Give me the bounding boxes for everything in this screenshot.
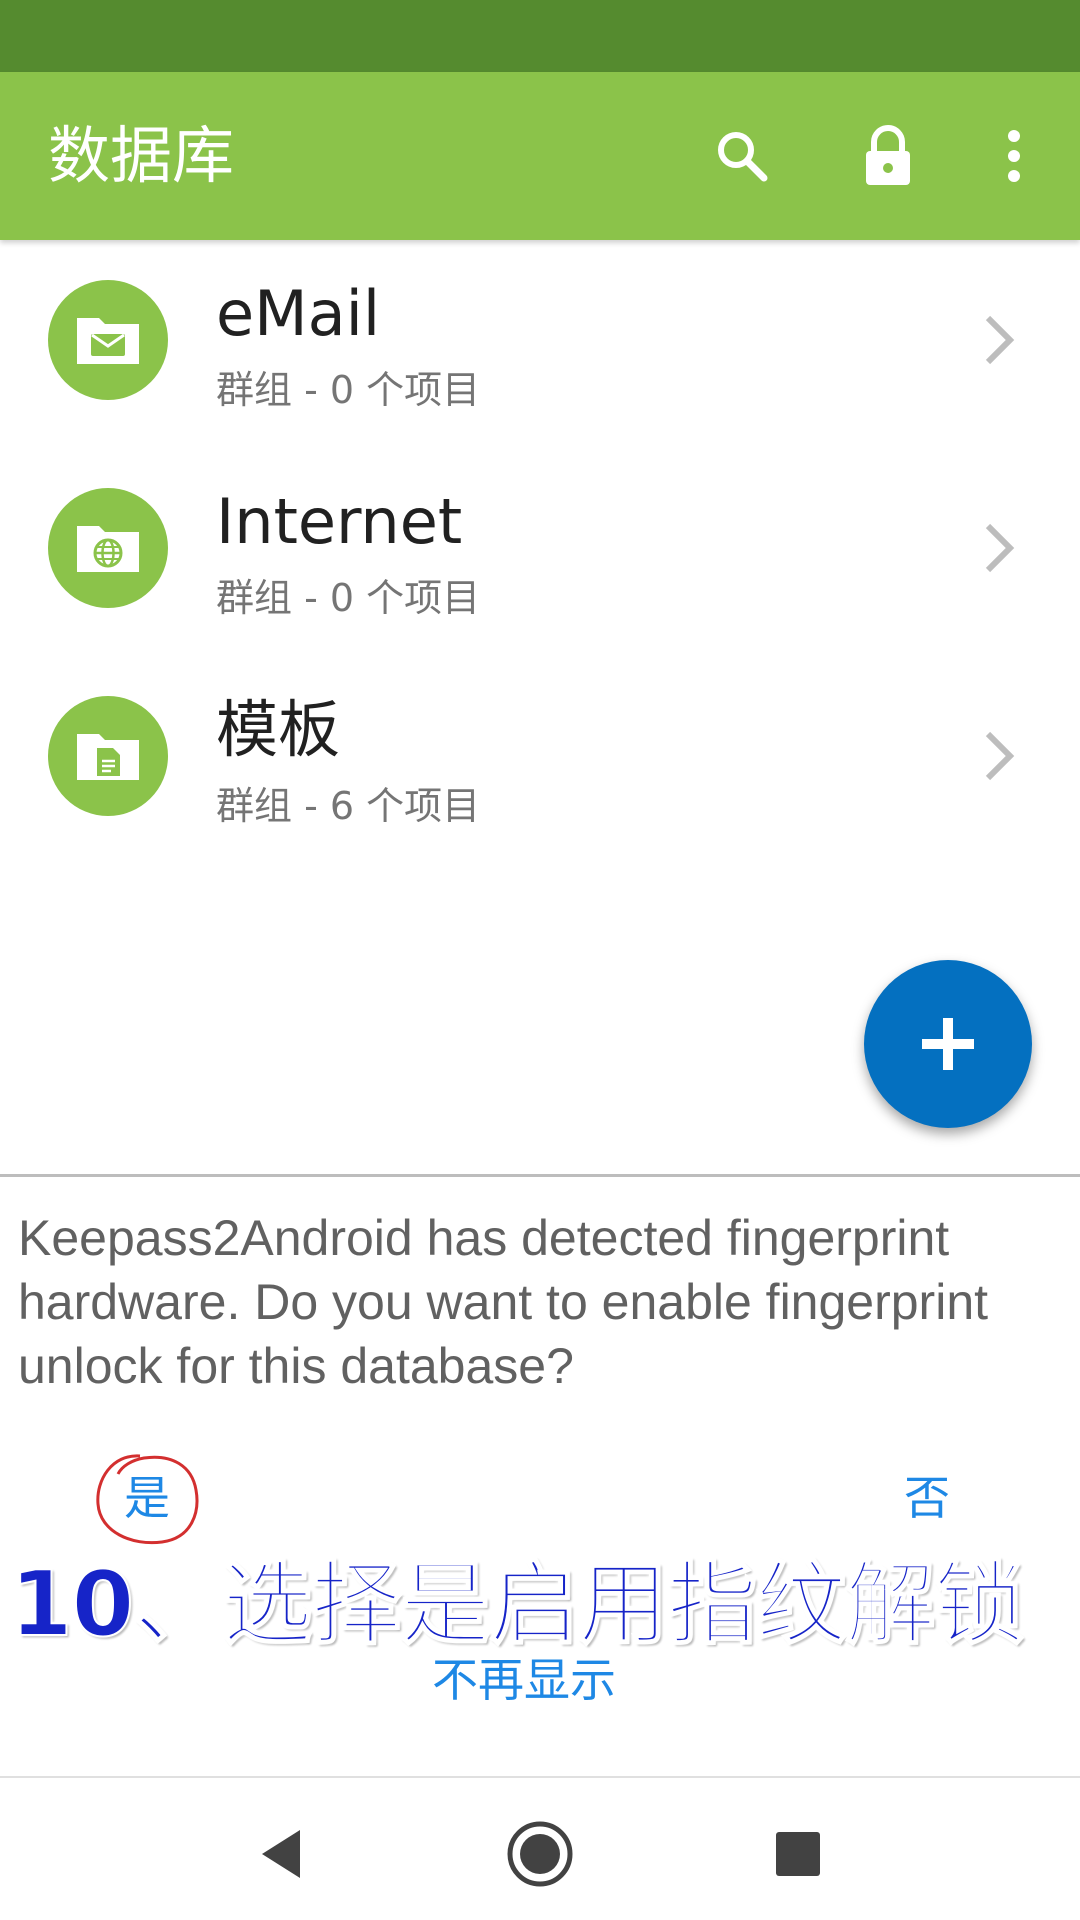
document-folder-icon [48, 696, 168, 816]
group-subtitle: 群组 - 6 个项目 [216, 784, 481, 828]
plus-icon [922, 1018, 974, 1070]
chevron-right-icon [970, 726, 1030, 786]
email-folder-icon [48, 280, 168, 400]
lock-icon[interactable] [852, 120, 924, 192]
annotation-caption: 10、选择是启用指纹解锁 [9, 1551, 1025, 1658]
recents-icon[interactable] [758, 1814, 838, 1894]
status-bar [0, 0, 1080, 72]
group-subtitle: 群组 - 0 个项目 [216, 576, 481, 620]
group-title: 模板 [216, 693, 341, 766]
system-navbar [0, 1778, 1080, 1920]
chevron-right-icon [970, 310, 1030, 370]
back-icon[interactable] [240, 1814, 320, 1894]
divider [0, 1174, 1080, 1177]
fingerprint-prompt-message: Keepass2Android has detected fingerprint… [18, 1210, 989, 1394]
chevron-right-icon [970, 518, 1030, 578]
no-button[interactable]: 否 [904, 1468, 950, 1528]
group-row-templates[interactable]: 模板 群组 - 6 个项目 [0, 656, 1080, 864]
more-vert-icon[interactable] [978, 120, 1050, 192]
group-subtitle: 群组 - 0 个项目 [216, 368, 481, 412]
annotation-highlight-circle [96, 1454, 199, 1545]
globe-folder-icon [48, 488, 168, 608]
group-row-internet[interactable]: Internet 群组 - 0 个项目 [0, 448, 1080, 656]
home-icon[interactable] [500, 1814, 580, 1894]
group-row-email[interactable]: eMail 群组 - 0 个项目 [0, 240, 1080, 448]
add-entry-fab[interactable] [864, 960, 1032, 1128]
page-title: 数据库 [48, 119, 235, 192]
group-title: eMail [216, 277, 381, 350]
app-bar: 数据库 [0, 72, 1080, 240]
dont-show-again-button[interactable]: 不再显示 [432, 1650, 616, 1710]
group-title: Internet [216, 485, 463, 558]
search-icon[interactable] [706, 120, 778, 192]
